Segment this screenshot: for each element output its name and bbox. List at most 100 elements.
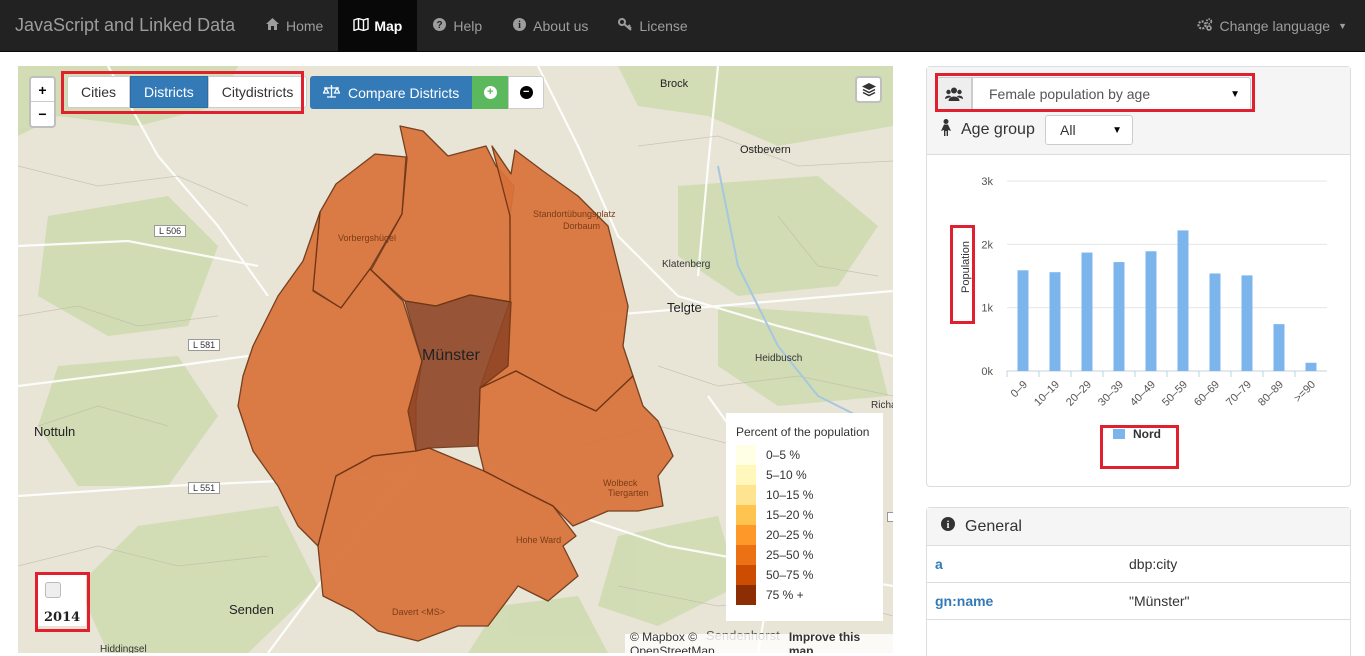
add-district-button[interactable]: + <box>472 76 509 109</box>
legend-swatch <box>736 545 756 565</box>
nav-home[interactable]: Home <box>250 0 338 51</box>
place-ostbevern: Ostbevern <box>740 144 791 156</box>
road-l551: L 551 <box>188 482 221 494</box>
bar[interactable] <box>1209 273 1221 371</box>
improve-map-link[interactable]: Improve this map <box>789 630 888 654</box>
year-checkbox[interactable] <box>45 582 61 598</box>
road-l581: L 581 <box>188 339 221 351</box>
legend-label: 50–75 % <box>766 568 814 582</box>
nav-license[interactable]: License <box>603 0 702 51</box>
nav-about[interactable]: i About us <box>497 0 603 51</box>
bar[interactable] <box>1177 230 1189 371</box>
legend-title: Percent of the population <box>736 425 870 439</box>
zoom-control: + − <box>29 76 56 128</box>
legend-swatch <box>736 485 756 505</box>
nav-map-label: Map <box>374 17 403 34</box>
general-key-link[interactable]: a <box>927 556 1129 572</box>
bar[interactable] <box>1049 272 1061 371</box>
female-icon <box>941 119 951 141</box>
remove-district-button[interactable]: − <box>508 76 545 109</box>
bar[interactable] <box>1017 270 1029 371</box>
legend-label: 20–25 % <box>766 528 814 542</box>
nav-license-label: License <box>639 17 688 34</box>
city-label-muenster[interactable]: Münster <box>422 347 480 365</box>
place-klatenberg: Klatenberg <box>662 259 711 270</box>
district-hohe-ward: Hohe Ward <box>516 535 562 545</box>
bar[interactable] <box>1113 262 1125 371</box>
bar[interactable] <box>1145 251 1157 371</box>
legend-row: 15–20 % <box>736 505 873 525</box>
layers-icon <box>861 83 876 97</box>
level-districts-button[interactable]: Districts <box>130 76 208 108</box>
year-label: 2014 <box>44 610 81 625</box>
chart-y-ticks: 0k 1k 2k 3k <box>981 176 993 378</box>
legend-row: 25–50 % <box>736 545 873 565</box>
y-tick-label: 0k <box>981 366 993 378</box>
legend-row: 50–75 % <box>736 565 873 585</box>
edge-control[interactable] <box>887 512 893 522</box>
legend-label: 0–5 % <box>766 448 801 462</box>
x-tick-label: 10–19 <box>1032 379 1062 409</box>
bar[interactable] <box>1241 275 1253 371</box>
svg-text:i: i <box>947 520 950 531</box>
level-citydistricts-button[interactable]: Citydistricts <box>207 76 308 108</box>
map[interactable]: Brock Ostbevern Telgte Klatenberg Heidbu… <box>18 66 893 653</box>
x-tick-label: 40–49 <box>1128 379 1158 409</box>
general-panel: i General a dbp:city gn:name "Münster" <box>926 507 1351 656</box>
age-group-label: Age group <box>941 119 1035 141</box>
general-row: gn:name "Münster" <box>927 583 1350 620</box>
caret-down-icon: ▼ <box>1112 124 1122 136</box>
bar[interactable] <box>1305 362 1317 371</box>
legend-swatch <box>736 565 756 585</box>
legend-swatch <box>736 465 756 485</box>
info-icon: i <box>512 17 526 34</box>
level-cities-button[interactable]: Cities <box>67 76 131 108</box>
key-icon <box>618 17 633 34</box>
x-tick-label: 20–29 <box>1064 379 1094 409</box>
layers-button[interactable] <box>855 76 882 103</box>
legend-row: 10–15 % <box>736 485 873 505</box>
chart-x-ticks: 0–9 10–19 20–29 30–39 40–49 50–59 60–69 70–79 80… <box>1006 371 1318 409</box>
nav-map[interactable]: Map <box>338 0 418 51</box>
nav-help[interactable]: ? Help <box>417 0 497 51</box>
balance-scale-icon <box>322 84 341 101</box>
dataset-select[interactable]: Female population by age ▼ <box>972 77 1251 111</box>
legend-label: 75 % + <box>766 588 804 602</box>
legend-swatch <box>1113 429 1125 439</box>
zoom-out-button[interactable]: − <box>31 102 54 126</box>
legend-row: 75 % + <box>736 585 873 605</box>
age-group-select[interactable]: All ▼ <box>1045 115 1133 145</box>
general-title: General <box>965 517 1022 535</box>
zoom-in-button[interactable]: + <box>31 78 54 102</box>
legend-swatch <box>736 445 756 465</box>
place-telgte: Telgte <box>667 300 702 315</box>
place-richa: Richa <box>871 400 893 411</box>
navbar: JavaScript and Linked Data Home Map ? He… <box>0 0 1365 52</box>
place-senden: Senden <box>229 602 274 617</box>
nav-items: Home Map ? Help i About us License <box>250 0 703 51</box>
chart-bars <box>1017 230 1317 371</box>
change-language-dropdown[interactable]: Change language ▼ <box>1196 0 1347 51</box>
legend-label: 25–50 % <box>766 548 814 562</box>
admin-level-toggle: Cities Districts Citydistricts <box>67 76 308 108</box>
compare-districts-button[interactable]: Compare Districts <box>310 76 473 109</box>
place-heidbusch: Heidbusch <box>755 353 803 364</box>
legend-swatch <box>736 585 756 605</box>
y-tick-label: 1k <box>981 303 993 315</box>
map-icon <box>353 17 370 34</box>
home-icon <box>265 18 279 33</box>
legend-series-name[interactable]: Nord <box>1133 427 1161 441</box>
legend-row: 0–5 % <box>736 445 873 465</box>
caret-down-icon: ▼ <box>1230 88 1240 100</box>
minus-circle-icon: − <box>519 86 533 99</box>
users-icon <box>936 77 972 111</box>
bar[interactable] <box>1273 324 1285 371</box>
place-nottuln: Nottuln <box>34 424 76 439</box>
general-key-link[interactable]: gn:name <box>927 593 1129 609</box>
y-tick-label: 2k <box>981 239 993 251</box>
district-standort-line1: Standortübungsplatz <box>533 209 616 219</box>
bar[interactable] <box>1081 252 1093 371</box>
svg-text:i: i <box>518 20 521 31</box>
brand-title[interactable]: JavaScript and Linked Data <box>15 15 235 36</box>
district-davert: Davert <MS> <box>392 607 446 617</box>
